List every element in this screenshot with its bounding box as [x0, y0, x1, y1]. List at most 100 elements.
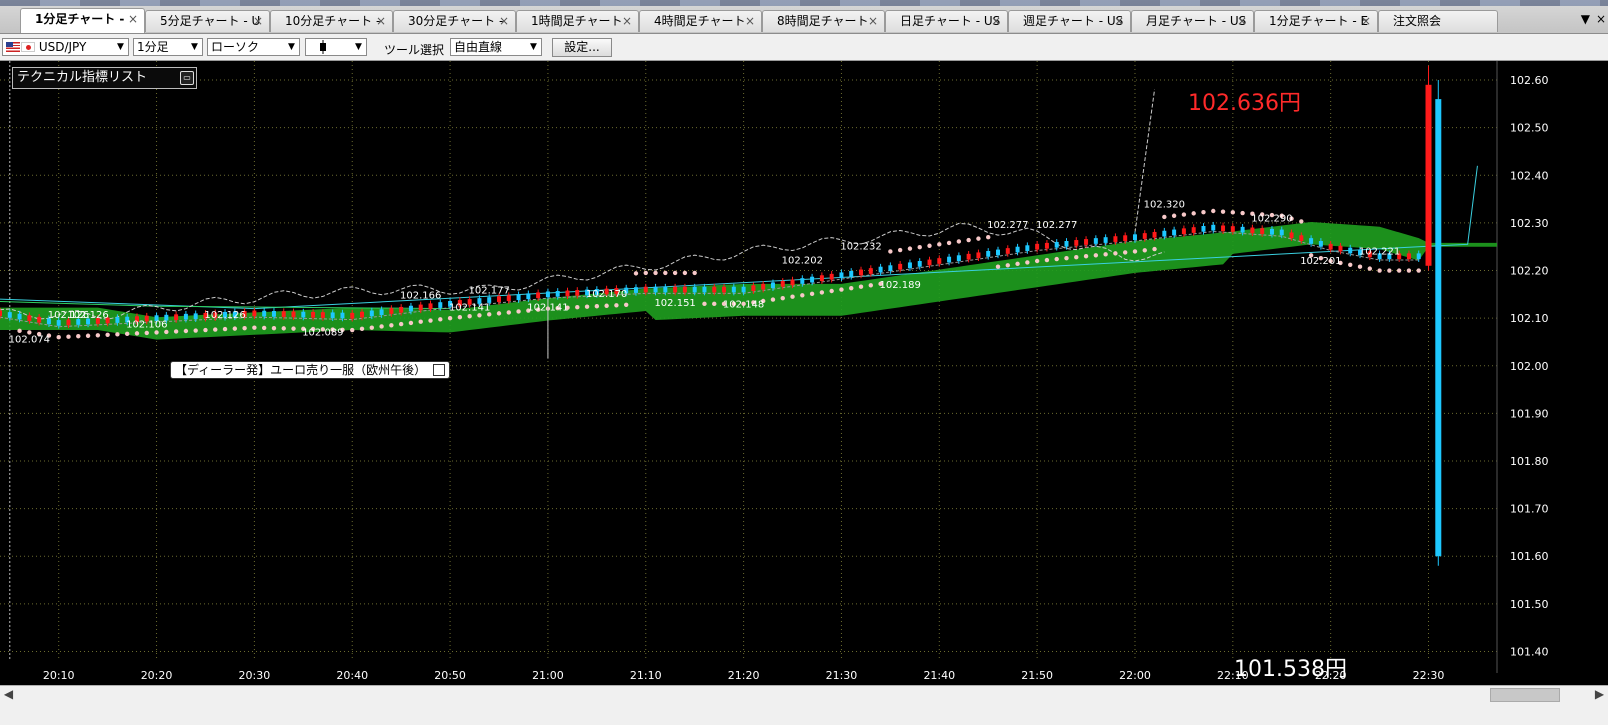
candle-body	[252, 310, 257, 317]
settings-button[interactable]: 設定...	[552, 38, 612, 57]
tab-close-icon[interactable]: ×	[1237, 11, 1247, 32]
tab-close-icon[interactable]: ×	[868, 11, 878, 32]
price-annotation: 102.232	[840, 241, 881, 252]
tool-value: 自由直線	[454, 40, 503, 54]
parabolic-dot	[1357, 264, 1363, 269]
candle-body	[497, 296, 501, 302]
candle-body	[1240, 226, 1245, 233]
tab-8[interactable]: 週足チャート - US ×	[1008, 10, 1131, 32]
tab-label: 注文照会	[1393, 14, 1442, 28]
candle-body	[399, 306, 404, 313]
tab-close-icon[interactable]: ×	[991, 11, 1001, 32]
tab-close-icon[interactable]: ×	[376, 11, 386, 32]
candle-body	[1230, 226, 1235, 232]
timeframe-select[interactable]: 1分足 ▼	[133, 38, 203, 56]
horizontal-scrollbar[interactable]: ◀ ▶	[0, 685, 1608, 703]
parabolic-dot	[575, 304, 580, 310]
tab-list-menu-icon[interactable]: ▼	[1581, 12, 1590, 26]
scroll-thumb[interactable]	[1490, 688, 1560, 702]
candle-body	[27, 315, 32, 321]
candle-body	[702, 286, 707, 293]
spike-candle-body	[1425, 84, 1432, 266]
candle-body	[174, 314, 179, 321]
price-annotation: 102.202	[782, 256, 823, 267]
parabolic-dot	[839, 287, 844, 292]
tab-3[interactable]: 30分足チャート - ×	[393, 10, 516, 32]
candle-icon	[320, 40, 326, 54]
tab-close-icon[interactable]: ×	[745, 11, 755, 32]
price-annotation: 102.141	[449, 303, 490, 314]
candle-body	[1142, 233, 1147, 239]
tab-4[interactable]: 1時間足チャート ×	[516, 10, 639, 32]
chart-area[interactable]: 102.60 102.50 102.40 102.30 102.20 102.10 102.…	[0, 61, 1608, 685]
tab-label: 1分足チャート - E	[1269, 14, 1369, 28]
candle-body	[1299, 235, 1304, 241]
parabolic-dot	[917, 244, 922, 250]
x-tick-label: 20:50	[434, 669, 466, 682]
tab-6[interactable]: 8時間足チャート ×	[762, 10, 885, 32]
candle-body	[428, 303, 433, 310]
candle-body	[956, 255, 961, 261]
tab-10[interactable]: 1分足チャート - E ×	[1254, 10, 1378, 32]
tab-1[interactable]: 5分足チャート - U ×	[145, 10, 270, 32]
parabolic-dot	[1074, 254, 1079, 260]
candle-body	[1279, 229, 1284, 236]
parabolic-dot	[594, 304, 600, 309]
news-label[interactable]: 【ディーラー発】ユーロ売り一服（欧州午後）	[170, 361, 450, 379]
scroll-right-icon[interactable]: ▶	[1591, 686, 1608, 703]
tab-close-icon[interactable]: ×	[1114, 11, 1124, 32]
tab-close-icon[interactable]: ×	[1361, 11, 1371, 32]
parabolic-dot	[242, 325, 247, 331]
tab-9[interactable]: 月足チャート - US ×	[1131, 10, 1254, 32]
parabolic-dot	[379, 324, 384, 329]
x-tick-label: 21:30	[826, 669, 858, 682]
tab-7[interactable]: 日足チャート - US ×	[885, 10, 1008, 32]
price-annotation: 102.106	[126, 319, 167, 330]
candle-body	[712, 286, 717, 293]
price-annotation: 102.089	[302, 327, 343, 338]
candle-body	[17, 313, 22, 320]
us-flag-icon	[6, 42, 20, 52]
chart-type-select[interactable]: ローソク ▼	[207, 38, 300, 56]
candle-style-select[interactable]: ▼	[305, 38, 367, 56]
parabolic-dot	[398, 321, 404, 327]
tab-close-icon[interactable]: ×	[499, 11, 509, 32]
tab-5[interactable]: 4時間足チャート ×	[639, 10, 762, 32]
scroll-left-icon[interactable]: ◀	[0, 686, 17, 703]
parabolic-dot	[154, 330, 159, 335]
candle-body	[966, 253, 971, 260]
candle-body	[1113, 236, 1118, 242]
tool-select[interactable]: 自由直線 ▼	[450, 38, 542, 56]
candle-body	[526, 293, 531, 300]
tab-11[interactable]: 注文照会	[1378, 10, 1498, 32]
parabolic-dot	[927, 243, 932, 248]
technical-indicator-panel[interactable]: テクニカル指標リスト ▭	[12, 67, 197, 89]
parabolic-dot	[438, 317, 443, 322]
candle-body	[115, 317, 120, 323]
y-tick-label: 102.40	[1510, 169, 1549, 182]
parabolic-dot	[105, 332, 110, 338]
candle-body	[643, 286, 648, 293]
parabolic-dot	[193, 328, 198, 333]
tab-close-icon[interactable]: ×	[253, 11, 263, 32]
symbol-select[interactable]: USD/JPY ▼	[2, 38, 129, 56]
tab-0[interactable]: 1分足チャート - ×	[20, 8, 145, 33]
tab-close-icon[interactable]: ×	[622, 11, 632, 32]
tab-2[interactable]: 10分足チャート - ×	[270, 10, 393, 32]
news-toggle-icon[interactable]	[433, 364, 445, 376]
tab-label: 4時間足チャート	[654, 14, 746, 28]
tab-close-icon[interactable]: ×	[128, 9, 138, 30]
parabolic-dot	[1093, 253, 1099, 258]
candle-body	[663, 286, 668, 293]
close-all-tabs-icon[interactable]: ×	[1596, 12, 1606, 26]
parabolic-dot	[17, 328, 22, 334]
parabolic-dot	[712, 301, 717, 307]
parabolic-dot	[516, 309, 521, 314]
parabolic-dot	[692, 270, 697, 276]
panel-toggle-icon[interactable]: ▭	[180, 71, 194, 85]
candle-body	[369, 310, 374, 317]
candle-body	[1269, 228, 1274, 235]
x-tick-label: 22:30	[1413, 669, 1445, 682]
parabolic-dot	[1122, 250, 1128, 255]
x-tick-label: 20:40	[336, 669, 368, 682]
